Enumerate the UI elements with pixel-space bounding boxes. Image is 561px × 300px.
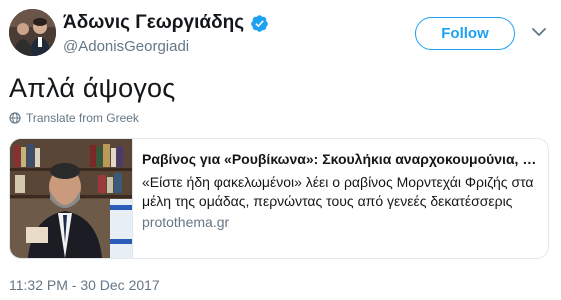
tweet: Άδωνις Γεωργιάδης @AdonisGeorgiadi Follo… bbox=[0, 0, 561, 300]
author-name[interactable]: Άδωνις Γεωργιάδης bbox=[63, 12, 244, 34]
globe-icon bbox=[9, 112, 21, 124]
author-name-row[interactable]: Άδωνις Γεωργιάδης bbox=[63, 12, 269, 34]
verified-badge-icon bbox=[251, 14, 268, 32]
tweet-text: Απλά άψογος bbox=[9, 73, 176, 103]
translate-label[interactable]: Translate from Greek bbox=[26, 111, 139, 125]
card-title[interactable]: Ραβίνος για «Ρουβίκωνα»: Σκουλήκια αναρχ… bbox=[142, 151, 542, 167]
avatar[interactable] bbox=[9, 9, 56, 56]
card-description: «Είστε ήδη φακελωμένοι» λέει ο ραβίνος Μ… bbox=[142, 174, 534, 209]
chevron-down-icon[interactable] bbox=[532, 27, 546, 37]
card-domain: protothema.gr bbox=[142, 214, 230, 230]
link-card[interactable]: Ραβίνος για «Ρουβίκωνα»: Σκουλήκια αναρχ… bbox=[9, 138, 549, 259]
follow-button[interactable]: Follow bbox=[415, 17, 515, 50]
translate-link[interactable]: Translate from Greek bbox=[9, 111, 139, 125]
tweet-timestamp[interactable]: 11:32 PM - 30 Dec 2017 bbox=[9, 277, 160, 293]
card-thumbnail[interactable] bbox=[10, 139, 133, 258]
author-handle[interactable]: @AdonisGeorgiadi bbox=[63, 38, 189, 55]
